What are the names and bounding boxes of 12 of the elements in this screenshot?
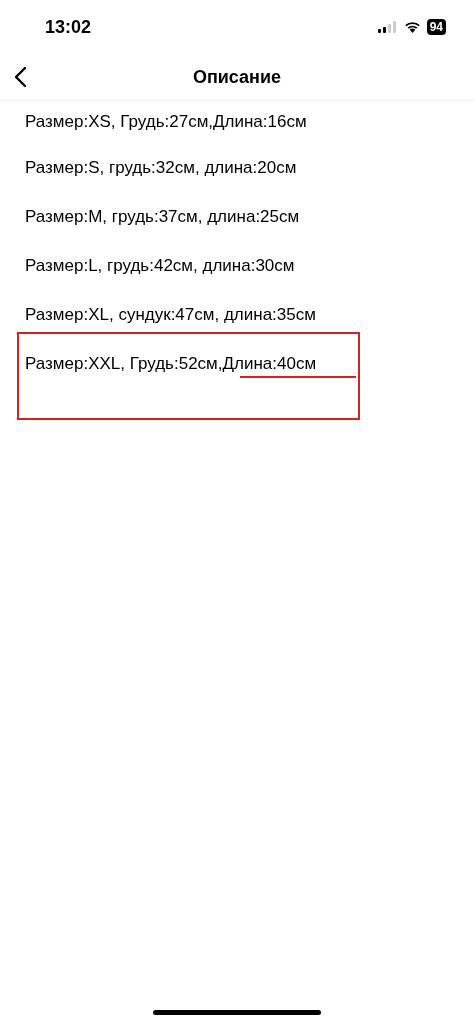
size-text: Размер:XXL, Грудь:52см,Длина:40см [25,353,317,374]
wifi-icon [403,21,421,33]
size-text: Размер:M, грудь:37см, длина:25см [25,206,300,227]
status-time: 13:02 [45,16,92,38]
size-text: Размер:XL, сундук:47см, длина:35см [25,304,316,325]
size-text: Размер:L, грудь:42см, длина:30см [25,255,295,276]
back-icon[interactable] [13,66,27,88]
page-title: Описание [192,66,282,88]
battery-level: 94 [426,19,446,35]
signal-icon [377,21,398,33]
size-text: Размер:XS, Грудь:27см,Длина:16см [25,112,307,132]
size-text: Размер:S, грудь:32см, длина:20см [25,157,297,178]
